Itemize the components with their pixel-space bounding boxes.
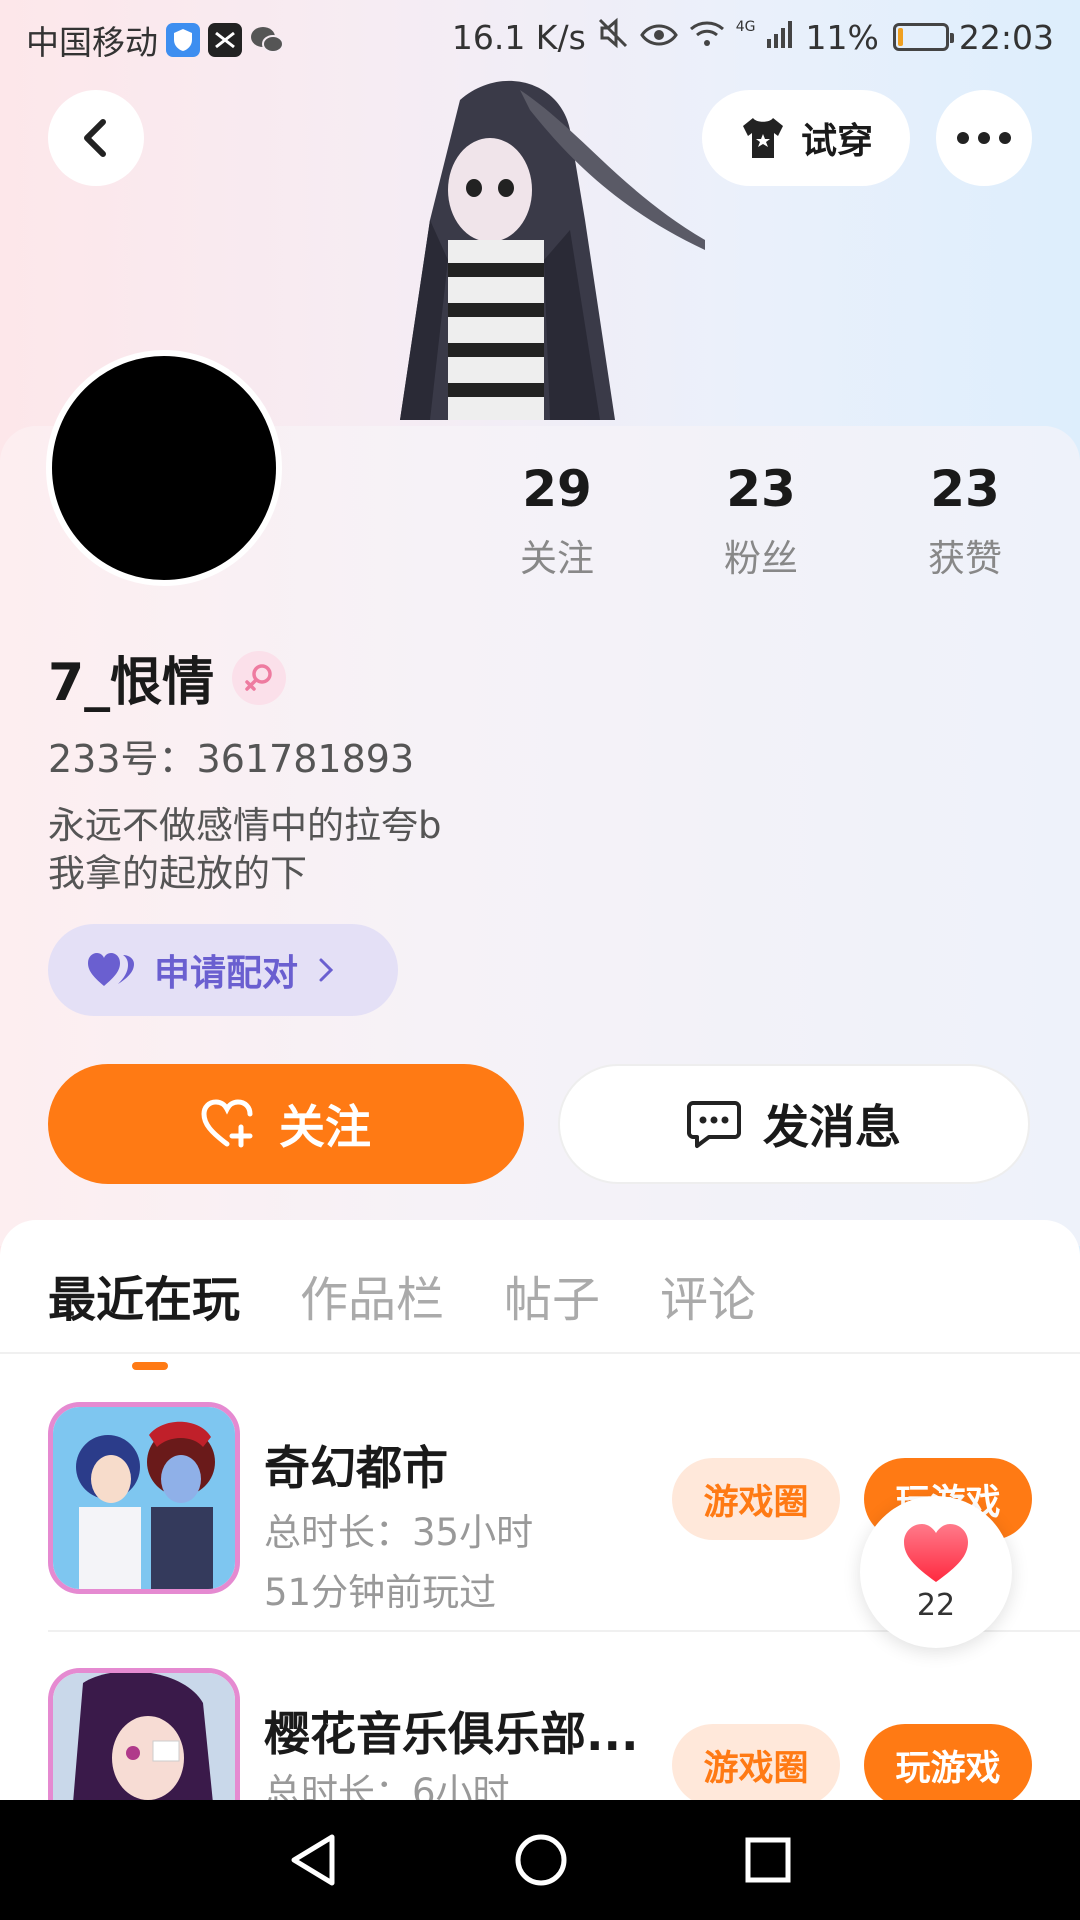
avatar[interactable] — [46, 350, 282, 586]
stat-following[interactable]: 29 关注 — [477, 460, 637, 582]
back-icon — [84, 119, 106, 157]
shirt-icon — [742, 118, 783, 158]
like-count: 22 — [916, 1587, 956, 1623]
wifi-icon — [688, 18, 726, 57]
profile-page: 中国移动 16.1 K/s 4G 11% 22:03 试穿 29 关注 23 粉… — [0, 0, 1080, 1920]
system-nav-bar — [0, 1800, 1080, 1920]
stat-likes-count: 23 — [930, 460, 1000, 518]
nav-back-icon[interactable] — [288, 1833, 338, 1887]
network-type: 4G — [735, 19, 756, 35]
heart-plus-icon — [201, 1099, 253, 1148]
stat-following-count: 29 — [522, 460, 592, 518]
game-circle-button[interactable]: 游戏圈 — [672, 1724, 840, 1800]
back-button[interactable] — [48, 90, 144, 186]
chat-icon — [687, 1101, 741, 1148]
battery-icon — [892, 23, 954, 51]
shield-icon — [166, 23, 200, 57]
mute-icon — [596, 16, 630, 58]
stat-following-label: 关注 — [520, 537, 594, 580]
capcut-icon — [208, 23, 242, 57]
tab-comments[interactable]: 评论 — [660, 1260, 756, 1330]
username: 7_恨情 — [48, 653, 215, 713]
tab-posts[interactable]: 帖子 — [504, 1260, 600, 1330]
user-id: 233号：361781893 — [48, 737, 415, 781]
like-float-button[interactable]: 22 — [860, 1496, 1012, 1648]
send-message-button[interactable]: 发消息 — [558, 1064, 1030, 1184]
request-pair-label: 申请配对 — [154, 953, 299, 994]
signal-icon — [766, 18, 796, 57]
follow-button[interactable]: 关注 — [48, 1064, 524, 1184]
tab-bar: 最近在玩 作品栏 帖子 评论 — [48, 1260, 756, 1370]
avatar-figure-image — [370, 70, 710, 426]
tab-works[interactable]: 作品栏 — [300, 1260, 444, 1330]
nav-recents-icon[interactable] — [744, 1836, 792, 1884]
try-on-button[interactable]: 试穿 — [702, 90, 910, 186]
battery-percent: 11% — [805, 17, 879, 57]
request-pair-button[interactable]: 申请配对 — [48, 924, 398, 1016]
game-total-time: 总时长：35小时 — [264, 1511, 534, 1554]
username-row: 7_恨情 — [48, 640, 287, 715]
follow-label: 关注 — [279, 1100, 371, 1154]
tab-recently-played[interactable]: 最近在玩 — [48, 1260, 240, 1370]
game-name: 樱花音乐俱乐部... — [264, 1707, 639, 1761]
stat-likes-label: 获赞 — [928, 537, 1002, 580]
more-icon — [957, 132, 1011, 144]
stat-fans[interactable]: 23 粉丝 — [681, 460, 841, 582]
bio: 永远不做感情中的拉夸b 我拿的起放的下 — [48, 802, 442, 898]
tab-divider — [0, 1352, 1080, 1354]
send-message-label: 发消息 — [763, 1100, 901, 1154]
hearts-icon — [88, 953, 134, 986]
stat-fans-label: 粉丝 — [724, 537, 798, 580]
game-total-time: 总时长：6小时 — [264, 1771, 510, 1800]
nav-home-icon[interactable] — [514, 1833, 568, 1887]
status-bar: 中国移动 16.1 K/s 4G 11% 22:03 — [0, 0, 1080, 76]
chevron-right-icon — [319, 958, 334, 982]
game-last-played: 51分钟前玩过 — [264, 1571, 497, 1614]
game-thumbnail[interactable] — [48, 1402, 240, 1594]
bio-line-2: 我拿的起放的下 — [48, 852, 307, 895]
bio-line-1: 永远不做感情中的拉夸b — [48, 804, 442, 847]
wechat-icon — [250, 23, 284, 57]
carrier-label: 中国移动 — [26, 23, 158, 62]
stat-likes[interactable]: 23 获赞 — [885, 460, 1045, 582]
game-circle-button[interactable]: 游戏圈 — [672, 1458, 840, 1540]
game-thumbnail[interactable] — [48, 1668, 240, 1800]
game-name: 奇幻都市 — [264, 1441, 448, 1495]
female-icon — [232, 650, 287, 705]
play-game-button[interactable]: 玩游戏 — [864, 1724, 1032, 1800]
more-button[interactable] — [936, 90, 1032, 186]
try-on-label: 试穿 — [800, 121, 873, 162]
clock: 22:03 — [958, 17, 1054, 57]
game-item[interactable]: 樱花音乐俱乐部... 总时长：6小时 游戏圈 玩游戏 — [48, 1668, 1048, 1800]
net-speed: 16.1 K/s — [451, 17, 586, 57]
heart-icon — [904, 1523, 968, 1582]
eye-icon — [639, 18, 678, 57]
stat-fans-count: 23 — [726, 460, 796, 518]
